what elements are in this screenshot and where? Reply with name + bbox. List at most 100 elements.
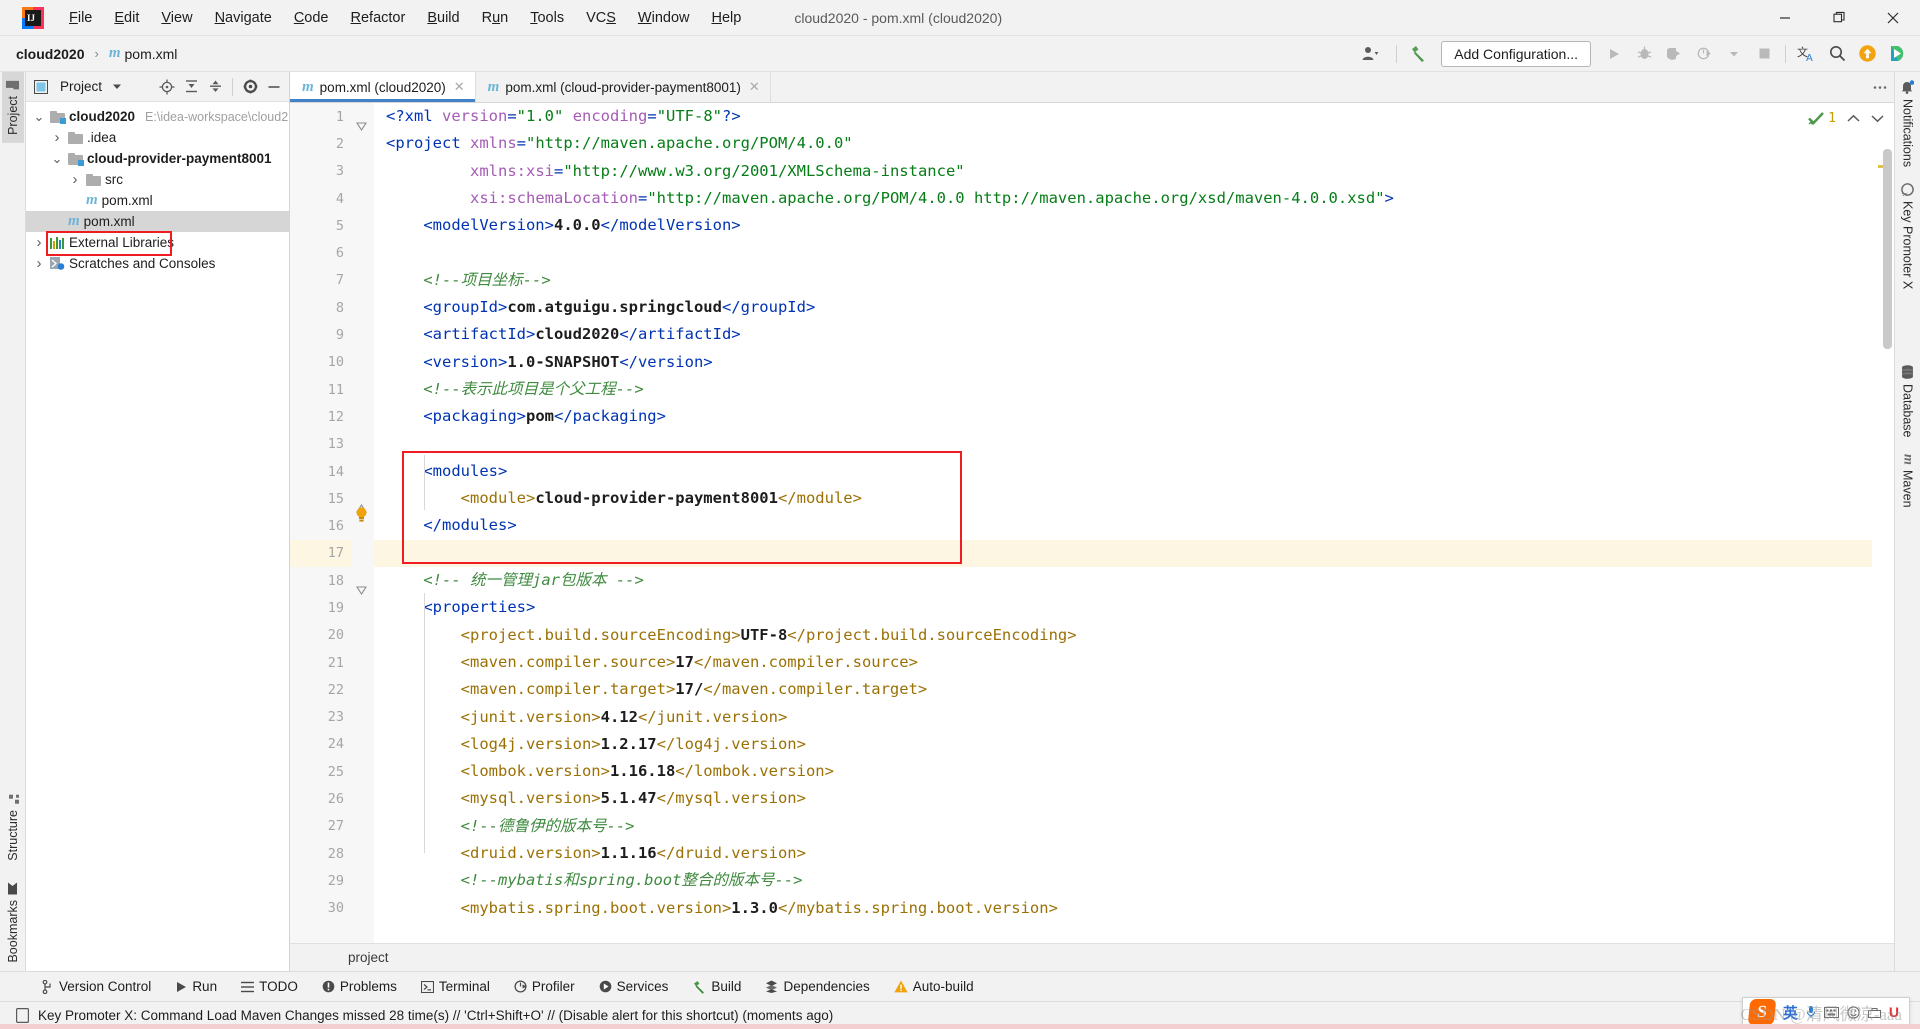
tree-node-external-libraries[interactable]: › External Libraries <box>26 232 289 253</box>
tool-window-profiler[interactable]: Profiler <box>502 977 587 996</box>
editor-vertical-scrollbar[interactable] <box>1883 149 1892 349</box>
code-line[interactable]: <lombok.version>1.16.18</lombok.version> <box>374 758 1894 785</box>
line-number[interactable]: 30 <box>290 895 352 922</box>
line-number[interactable]: 16 <box>290 512 352 539</box>
tool-window-todo[interactable]: TODO <box>229 977 310 996</box>
tree-node-pom-xml[interactable]: m pom.xml <box>26 190 289 211</box>
menu-item-edit[interactable]: Edit <box>103 6 150 30</box>
line-number[interactable]: 29 <box>290 867 352 894</box>
code-line[interactable]: <!--表示此项目是个父工程--> <box>374 376 1894 403</box>
menu-item-file[interactable]: File <box>58 6 103 30</box>
line-number[interactable]: 2m <box>290 130 370 157</box>
code-line[interactable]: <!--德鲁伊的版本号--> <box>374 813 1894 840</box>
menu-item-refactor[interactable]: Refactor <box>340 6 417 30</box>
code-line[interactable]: <modules> <box>374 458 1894 485</box>
menu-item-tools[interactable]: Tools <box>519 6 575 30</box>
menu-item-window[interactable]: Window <box>627 6 701 30</box>
code-line[interactable]: <maven.compiler.source>17</maven.compile… <box>374 649 1894 676</box>
line-number[interactable]: 17 <box>290 539 352 568</box>
gear-icon[interactable] <box>239 76 261 98</box>
translate-icon[interactable]: 文 A <box>1792 40 1822 68</box>
editor-breadcrumb[interactable]: project <box>290 943 1894 971</box>
code-line[interactable]: <log4j.version>1.2.17</log4j.version> <box>374 731 1894 758</box>
run-with-coverage-icon[interactable] <box>1659 40 1689 68</box>
keyboard-icon[interactable] <box>1823 1006 1839 1018</box>
line-number[interactable]: 1 <box>290 103 352 130</box>
line-number[interactable]: 15 <box>290 485 352 512</box>
hide-panel-icon[interactable] <box>263 76 285 98</box>
tree-node-scratches-and-consoles[interactable]: › Scratches and Consoles <box>26 253 289 274</box>
code-editor[interactable]: 12m3456789101112131415161718192021222324… <box>290 103 1894 943</box>
tool-window-run[interactable]: Run <box>163 977 229 996</box>
line-number[interactable]: 13 <box>290 431 352 458</box>
code-line[interactable]: <druid.version>1.1.16</druid.version> <box>374 840 1894 867</box>
code-line[interactable]: </modules> <box>374 512 1894 539</box>
more-options-icon[interactable] <box>1866 72 1894 102</box>
code-line[interactable]: <artifactId>cloud2020</artifactId> <box>374 321 1894 348</box>
code-text[interactable]: <?xml version="1.0" encoding="UTF-8"?> <p… <box>374 103 1894 943</box>
line-number[interactable]: 22 <box>290 676 352 703</box>
menu-item-vcs[interactable]: VCS <box>575 6 627 30</box>
chevron-down-icon[interactable] <box>106 76 128 98</box>
code-line[interactable]: <properties> <box>374 594 1894 621</box>
chevron-up-icon[interactable] <box>1847 114 1860 123</box>
line-number[interactable]: 18 <box>290 567 352 594</box>
emoji-icon[interactable] <box>1847 1005 1860 1019</box>
line-number[interactable]: 27 <box>290 813 352 840</box>
user-settings-icon[interactable] <box>1350 40 1390 68</box>
rail-tab-key-promoter[interactable]: K Key Promoter X <box>1897 175 1919 297</box>
code-line[interactable]: <!-- 统一管理jar包版本 --> <box>374 567 1894 594</box>
chevron-down-icon[interactable]: ⌄ <box>32 109 46 125</box>
tool-window-terminal[interactable]: Terminal <box>409 977 502 996</box>
line-number[interactable]: 24 <box>290 731 352 758</box>
line-number[interactable]: 3 <box>290 158 352 185</box>
rail-tab-structure[interactable]: Structure <box>2 785 24 869</box>
chevron-right-icon[interactable]: › <box>32 255 46 272</box>
line-number[interactable]: 20 <box>290 622 352 649</box>
event-log-icon[interactable] <box>12 1008 32 1023</box>
search-everywhere-icon[interactable] <box>1822 40 1852 68</box>
run-icon[interactable] <box>1599 40 1629 68</box>
locate-icon[interactable] <box>156 76 178 98</box>
maximize-button[interactable] <box>1812 0 1866 36</box>
code-line[interactable]: <!--mybatis和spring.boot整合的版本号--> <box>374 867 1894 894</box>
code-line[interactable]: <?xml version="1.0" encoding="UTF-8"?> <box>374 103 1894 130</box>
code-line[interactable]: <project xmlns="http://maven.apache.org/… <box>374 130 1894 157</box>
profile-icon[interactable] <box>1689 40 1719 68</box>
ime-mode-label[interactable]: 英 <box>1783 1002 1798 1023</box>
update-icon[interactable] <box>1852 40 1882 68</box>
add-configuration-button[interactable]: Add Configuration... <box>1441 40 1591 67</box>
close-icon[interactable]: ✕ <box>454 79 465 95</box>
code-line[interactable]: <packaging>pom</packaging> <box>374 403 1894 430</box>
tree-node-cloud2020[interactable]: ⌄ cloud2020 E:\idea-workspace\cloud2 <box>26 106 289 127</box>
code-line[interactable] <box>374 239 1894 266</box>
rail-tab-database[interactable]: Database <box>1897 357 1919 446</box>
code-line[interactable]: <mybatis.spring.boot.version>1.3.0</myba… <box>374 895 1894 922</box>
status-message[interactable]: Key Promoter X: Command Load Maven Chang… <box>38 1008 833 1023</box>
tool-window-problems[interactable]: Problems <box>310 977 409 996</box>
tree-node-pom-xml[interactable]: m pom.xml <box>26 211 289 232</box>
line-number[interactable]: 4 <box>290 185 352 212</box>
code-line[interactable]: <junit.version>4.12</junit.version> <box>374 704 1894 731</box>
line-number[interactable]: 5 <box>290 212 352 239</box>
code-line[interactable] <box>374 539 1894 568</box>
code-line[interactable]: xsi:schemaLocation="http://maven.apache.… <box>374 185 1894 212</box>
code-line[interactable]: <groupId>com.atguigu.springcloud</groupI… <box>374 294 1894 321</box>
line-number[interactable]: 23 <box>290 704 352 731</box>
expand-all-icon[interactable] <box>180 76 202 98</box>
line-number[interactable]: 6 <box>290 239 352 266</box>
code-line[interactable]: xmlns:xsi="http://www.w3.org/2001/XMLSch… <box>374 158 1894 185</box>
line-number[interactable]: 11 <box>290 376 352 403</box>
collapse-all-icon[interactable] <box>204 76 226 98</box>
fold-marker-line19[interactable] <box>356 585 367 596</box>
tree-node--idea[interactable]: › .idea <box>26 127 289 148</box>
chevron-down-icon[interactable] <box>1871 114 1884 123</box>
fold-gutter[interactable] <box>352 103 374 943</box>
editor-tab-pom-xml-cloud2020-[interactable]: m pom.xml (cloud2020) ✕ <box>290 72 476 102</box>
close-icon[interactable]: ✕ <box>749 79 760 95</box>
tool-window-auto-build[interactable]: Auto-build <box>882 977 986 996</box>
line-number[interactable]: 25 <box>290 758 352 785</box>
code-line[interactable]: <module>cloud-provider-payment8001</modu… <box>374 485 1894 512</box>
chevron-down-icon[interactable] <box>1719 40 1749 68</box>
fold-marker-line2[interactable] <box>356 121 367 132</box>
